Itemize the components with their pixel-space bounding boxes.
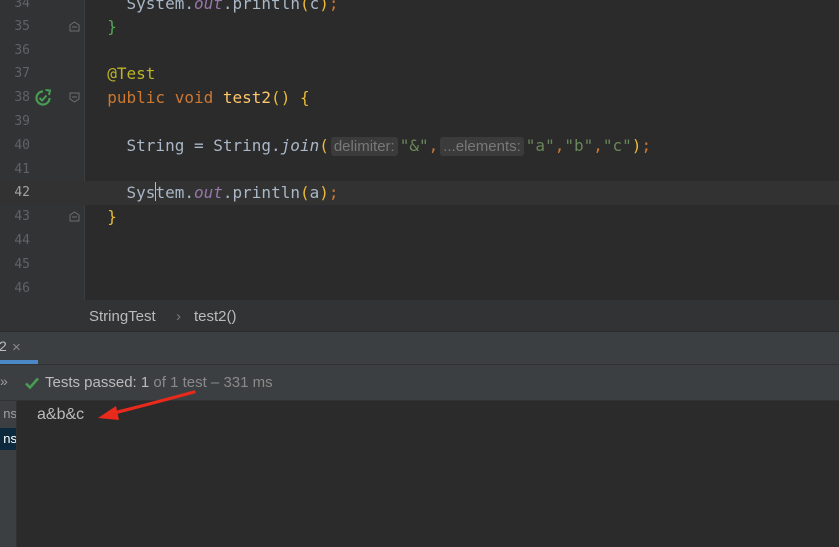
code-line[interactable]: 44 (0, 229, 839, 253)
annotation-arrow-icon (98, 390, 196, 420)
code-text: } (107, 207, 117, 226)
fold-end-icon[interactable] (69, 21, 80, 32)
code-line[interactable]: 35 } (0, 15, 839, 39)
breadcrumb-separator: › (176, 308, 181, 325)
test-tree-pane: ns ns (0, 401, 17, 547)
line-number: 37 (14, 66, 30, 81)
breadcrumb-class[interactable]: StringTest (89, 301, 156, 333)
line-number: 38 (14, 90, 30, 105)
line-number: 39 (14, 114, 30, 129)
code-line[interactable]: 45 (0, 253, 839, 277)
console-line: a&b&c (37, 406, 85, 423)
check-icon (25, 377, 39, 390)
run-tab-bar: 2 × (0, 332, 839, 365)
line-number: 43 (14, 209, 30, 224)
close-icon[interactable]: × (12, 339, 21, 356)
line-number: 46 (14, 281, 30, 296)
line-number: 45 (14, 257, 30, 272)
line-number: 42 (14, 185, 30, 200)
code-line[interactable]: 39 (0, 110, 839, 134)
run-tab-label[interactable]: 2 (0, 338, 7, 354)
code-text: @Test (107, 64, 156, 83)
line-number: 41 (14, 162, 30, 177)
code-line[interactable]: 38 public void test2() { (0, 86, 839, 110)
line-number: 44 (14, 233, 30, 248)
run-test-icon[interactable] (34, 89, 52, 107)
line-number: 35 (14, 19, 30, 34)
code-line[interactable]: 40 String = String.join(delimiter: "&",..… (0, 134, 839, 158)
code-line-current[interactable]: 42 System.out.println(a); (0, 181, 839, 205)
code-line[interactable]: 46 (0, 277, 839, 300)
code-editor[interactable]: 34 System.out.println(c); 35 } 36 37 @Te… (0, 0, 839, 300)
breadcrumb-method[interactable]: test2() (194, 301, 237, 333)
code-line[interactable]: 37 @Test (0, 62, 839, 86)
code-text: } (107, 17, 117, 36)
parameter-hint-delimiter: delimiter: (330, 137, 398, 156)
line-number: 40 (14, 138, 30, 153)
test-tree-item[interactable]: ns (0, 403, 16, 425)
fold-end-icon[interactable] (69, 211, 80, 222)
code-line[interactable]: 43 } (0, 205, 839, 229)
code-text: System.out.println(a); (126, 182, 339, 202)
active-tab-indicator (0, 360, 38, 364)
expand-toolbar-icon[interactable]: » (0, 373, 8, 389)
code-text: String = String.join(delimiter: "&", ...el… (126, 136, 652, 156)
fold-start-icon[interactable] (69, 92, 80, 103)
code-line[interactable]: 34 System.out.println(c); (0, 0, 839, 16)
line-number: 34 (14, 0, 30, 11)
breadcrumb: StringTest › test2() (0, 300, 839, 332)
line-number: 36 (14, 43, 30, 58)
code-text: System.out.println(c); (126, 0, 339, 13)
code-line[interactable]: 36 (0, 39, 839, 63)
test-tree-item-selected[interactable]: ns (0, 428, 16, 450)
code-line[interactable]: 41 (0, 158, 839, 182)
parameter-hint-elements: ...elements: (440, 137, 524, 156)
code-text: public void test2() { (107, 88, 310, 107)
